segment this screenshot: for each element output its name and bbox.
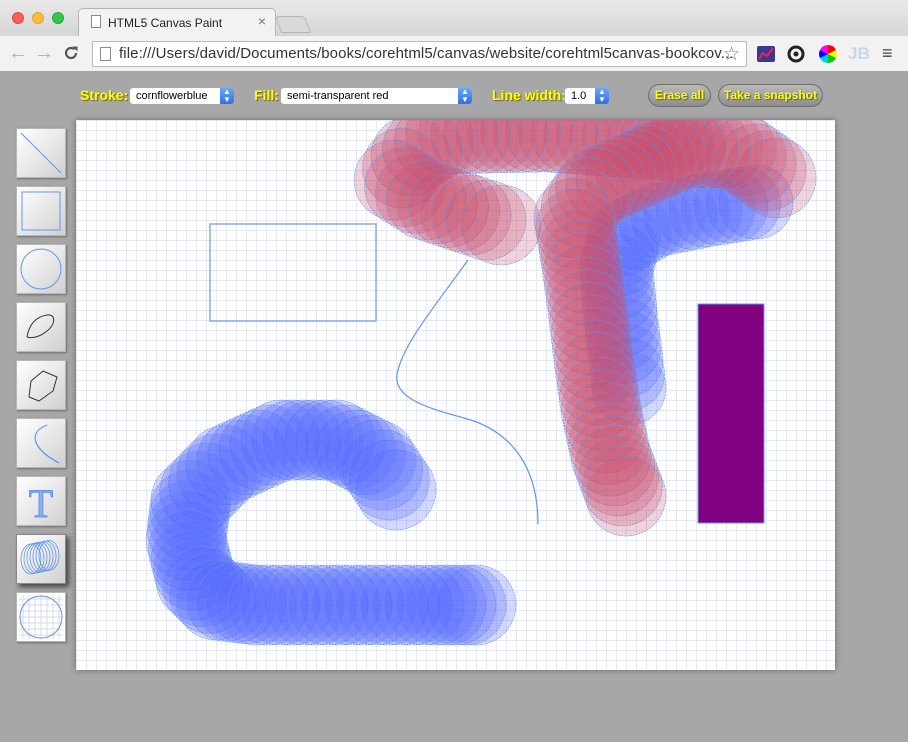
closed-path-tool-button[interactable] (16, 360, 66, 410)
stroke-label: Stroke: (80, 87, 129, 103)
line-icon (20, 132, 62, 174)
extension-jb-icon[interactable]: JB (848, 44, 870, 64)
rectangle-icon (21, 191, 61, 231)
circle-tool-button[interactable] (16, 244, 66, 294)
eraser-icon (19, 595, 63, 639)
stroke-select-value: cornflowerblue (136, 90, 208, 102)
take-snapshot-button[interactable]: Take a snapshot (718, 84, 823, 107)
fill-select[interactable]: semi-transparent red ▲ ▼ (280, 87, 473, 105)
canvas-drawing (145, 120, 817, 646)
browser-tab[interactable]: HTML5 Canvas Paint × (78, 8, 276, 36)
line-width-label: Line width: (492, 87, 566, 103)
purple-rectangle-shape (697, 303, 765, 524)
browser-titlebar: HTML5 Canvas Paint × (0, 0, 908, 36)
open-path-tool-button[interactable] (16, 302, 66, 352)
extension-sync-icon[interactable] (786, 44, 806, 64)
bookmark-star-icon[interactable]: ☆ (723, 43, 740, 66)
slinky-tool-button[interactable] (16, 534, 66, 584)
line-tool-button[interactable] (16, 128, 66, 178)
minimize-window-button[interactable] (32, 12, 44, 24)
chevron-updown-icon: ▲ ▼ (595, 88, 609, 104)
circle-icon (20, 248, 62, 290)
curve-tool-button[interactable] (16, 418, 66, 468)
eraser-tool-button[interactable] (16, 592, 66, 642)
text-icon: T (28, 481, 53, 526)
maximize-window-button[interactable] (52, 12, 64, 24)
slinky-circle (435, 564, 517, 646)
slinky-circle (585, 455, 667, 537)
fill-select-value: semi-transparent red (287, 90, 389, 102)
forward-icon[interactable]: → (34, 41, 54, 65)
open-path-icon (26, 314, 55, 339)
text-tool-glyph: T (29, 481, 53, 525)
text-tool-button[interactable]: T (16, 476, 66, 526)
reload-icon[interactable] (62, 41, 80, 69)
page-icon (100, 47, 111, 61)
address-bar[interactable]: file:///Users/david/Documents/books/core… (92, 41, 747, 67)
menu-icon[interactable]: ≡ (882, 44, 893, 62)
tab-close-icon[interactable]: × (258, 13, 266, 29)
back-icon[interactable]: ← (8, 41, 28, 65)
erase-all-button[interactable]: Erase all (648, 84, 711, 107)
chevron-updown-icon: ▲ ▼ (458, 88, 472, 104)
chevron-updown-icon: ▲ ▼ (220, 88, 234, 104)
slinky-trail (145, 399, 517, 646)
slinky-icon (20, 539, 60, 575)
close-window-button[interactable] (12, 12, 24, 24)
drawing-canvas[interactable] (76, 120, 835, 670)
stroke-select[interactable]: cornflowerblue ▲ ▼ (129, 87, 235, 105)
line-width-select[interactable]: 1.0 ▲ ▼ (564, 87, 610, 105)
url-text: file:///Users/david/Documents/books/core… (119, 45, 734, 62)
fill-label: Fill: (254, 87, 279, 103)
slinky-circle (460, 184, 542, 266)
extension-graph-icon[interactable] (756, 44, 776, 64)
closed-path-icon (28, 370, 58, 402)
tab-title: HTML5 Canvas Paint (108, 16, 223, 30)
new-tab-button[interactable] (274, 16, 312, 33)
document-icon (91, 15, 101, 28)
slinky-trail (533, 120, 817, 537)
browser-toolbar: ← → file:///Users/david/Documents/books/… (0, 36, 908, 72)
stroke-rectangle-shape (209, 223, 377, 322)
line-width-select-value: 1.0 (571, 90, 587, 102)
extension-color-wheel-icon[interactable] (818, 44, 838, 64)
rectangle-tool-button[interactable] (16, 186, 66, 236)
curve-icon (34, 424, 60, 464)
